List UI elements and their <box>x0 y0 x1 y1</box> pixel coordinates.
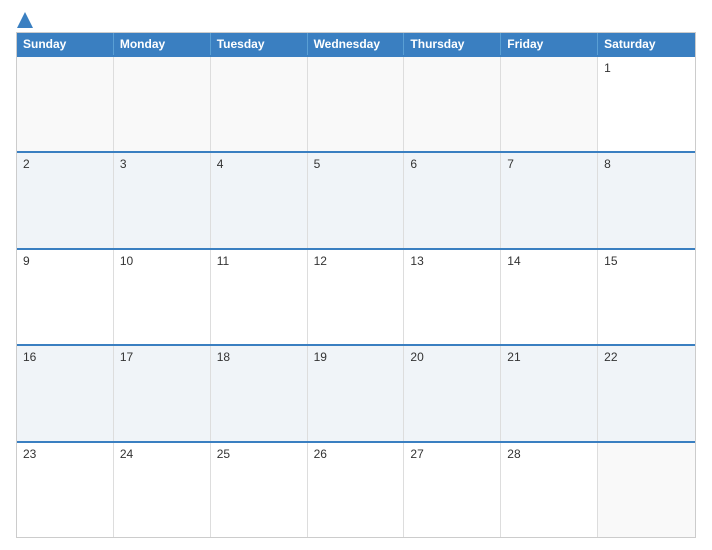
day-cell: 21 <box>501 346 598 440</box>
weeks-container: 1234567891011121314151617181920212223242… <box>17 55 695 537</box>
day-header-sunday: Sunday <box>17 33 114 55</box>
day-number: 4 <box>217 157 301 171</box>
day-cell: 12 <box>308 250 405 344</box>
day-header-friday: Friday <box>501 33 598 55</box>
day-cell <box>404 57 501 151</box>
day-header-tuesday: Tuesday <box>211 33 308 55</box>
day-cell: 22 <box>598 346 695 440</box>
day-number: 2 <box>23 157 107 171</box>
week-row-2: 2345678 <box>17 151 695 247</box>
day-cell <box>598 443 695 537</box>
logo <box>16 12 33 26</box>
day-cell: 7 <box>501 153 598 247</box>
day-number: 20 <box>410 350 494 364</box>
day-cell: 15 <box>598 250 695 344</box>
logo-triangle-icon <box>17 12 33 28</box>
day-cell <box>501 57 598 151</box>
day-cell: 3 <box>114 153 211 247</box>
day-number: 18 <box>217 350 301 364</box>
day-number: 13 <box>410 254 494 268</box>
day-number: 23 <box>23 447 107 461</box>
day-cell: 9 <box>17 250 114 344</box>
week-row-3: 9 10 11 12 13 14 15 <box>17 248 695 344</box>
day-cell: 8 <box>598 153 695 247</box>
week-row-1: 1 <box>17 55 695 151</box>
day-number: 24 <box>120 447 204 461</box>
calendar-header <box>16 12 696 26</box>
day-number: 8 <box>604 157 689 171</box>
day-number: 21 <box>507 350 591 364</box>
day-number: 11 <box>217 254 301 268</box>
day-cell: 25 <box>211 443 308 537</box>
day-number: 25 <box>217 447 301 461</box>
day-number: 28 <box>507 447 591 461</box>
day-cell: 5 <box>308 153 405 247</box>
day-cell: 18 <box>211 346 308 440</box>
day-number: 16 <box>23 350 107 364</box>
day-number: 27 <box>410 447 494 461</box>
day-number: 19 <box>314 350 398 364</box>
day-cell: 28 <box>501 443 598 537</box>
day-cell <box>308 57 405 151</box>
day-cell: 27 <box>404 443 501 537</box>
day-number: 12 <box>314 254 398 268</box>
day-cell: 23 <box>17 443 114 537</box>
day-number: 15 <box>604 254 689 268</box>
day-number: 9 <box>23 254 107 268</box>
day-number: 1 <box>604 61 689 75</box>
day-number: 3 <box>120 157 204 171</box>
day-cell: 1 <box>598 57 695 151</box>
day-cell: 26 <box>308 443 405 537</box>
day-cell <box>114 57 211 151</box>
day-cell: 16 <box>17 346 114 440</box>
calendar-page: SundayMondayTuesdayWednesdayThursdayFrid… <box>0 0 712 550</box>
day-cell: 20 <box>404 346 501 440</box>
day-cell <box>17 57 114 151</box>
day-cell: 10 <box>114 250 211 344</box>
calendar-grid: SundayMondayTuesdayWednesdayThursdayFrid… <box>16 32 696 538</box>
day-cell: 14 <box>501 250 598 344</box>
day-number: 17 <box>120 350 204 364</box>
day-header-saturday: Saturday <box>598 33 695 55</box>
day-number: 14 <box>507 254 591 268</box>
week-row-4: 16 17 18 19 20 21 22 <box>17 344 695 440</box>
day-header-monday: Monday <box>114 33 211 55</box>
day-cell: 24 <box>114 443 211 537</box>
day-number: 6 <box>410 157 494 171</box>
day-number: 22 <box>604 350 689 364</box>
day-header-wednesday: Wednesday <box>308 33 405 55</box>
day-header-thursday: Thursday <box>404 33 501 55</box>
day-cell: 4 <box>211 153 308 247</box>
day-cell: 2 <box>17 153 114 247</box>
week-row-5: 23 24 25 26 27 28 <box>17 441 695 537</box>
day-number: 7 <box>507 157 591 171</box>
day-cell: 6 <box>404 153 501 247</box>
day-cell: 19 <box>308 346 405 440</box>
day-cell: 11 <box>211 250 308 344</box>
day-number: 26 <box>314 447 398 461</box>
day-cell <box>211 57 308 151</box>
day-cell: 17 <box>114 346 211 440</box>
day-number: 5 <box>314 157 398 171</box>
day-headers-row: SundayMondayTuesdayWednesdayThursdayFrid… <box>17 33 695 55</box>
day-cell: 13 <box>404 250 501 344</box>
day-number: 10 <box>120 254 204 268</box>
